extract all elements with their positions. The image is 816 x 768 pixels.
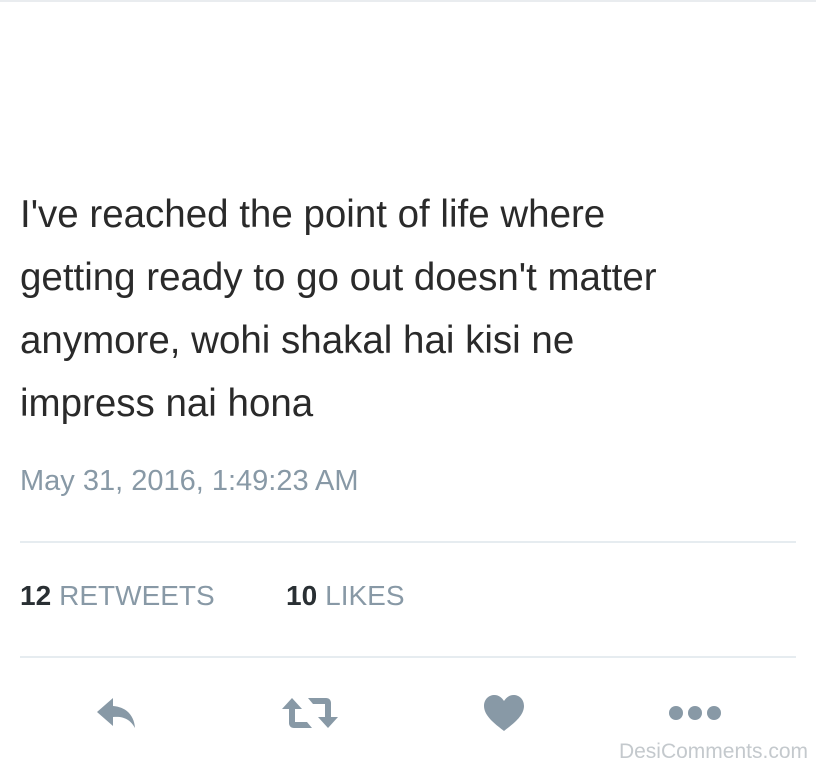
tweet-text-line: impress nai hona xyxy=(20,382,314,425)
tweet-timestamp[interactable]: May 31, 2016, 1:49:23 AM xyxy=(20,465,359,498)
more-button[interactable] xyxy=(666,688,726,738)
tweet-text-line: I've reached the point of life where xyxy=(20,193,606,236)
reply-icon xyxy=(97,698,135,728)
watermark: DesiComments.com xyxy=(618,740,808,763)
tweet-actions xyxy=(0,688,816,738)
tweet-text: I've reached the point of life where get… xyxy=(20,183,800,435)
retweets-stat[interactable]: 12 RETWEETS xyxy=(20,580,215,612)
retweets-label: RETWEETS xyxy=(59,580,215,611)
retweets-count: 12 xyxy=(20,580,52,611)
likes-count: 10 xyxy=(286,580,318,611)
divider xyxy=(20,656,796,658)
retweet-button[interactable] xyxy=(280,688,340,738)
more-icon xyxy=(669,706,721,720)
heart-icon xyxy=(484,695,524,731)
tweet-text-line: anymore, wohi shakal hai kisi ne xyxy=(20,319,575,362)
likes-stat[interactable]: 10 LIKES xyxy=(286,580,405,612)
reply-button[interactable] xyxy=(87,688,147,738)
divider xyxy=(20,541,796,543)
tweet-text-line: getting ready to go out doesn't matter xyxy=(20,256,657,299)
retweet-icon xyxy=(282,698,338,728)
like-button[interactable] xyxy=(474,688,534,738)
top-border xyxy=(0,0,816,2)
likes-label: LIKES xyxy=(325,580,405,611)
